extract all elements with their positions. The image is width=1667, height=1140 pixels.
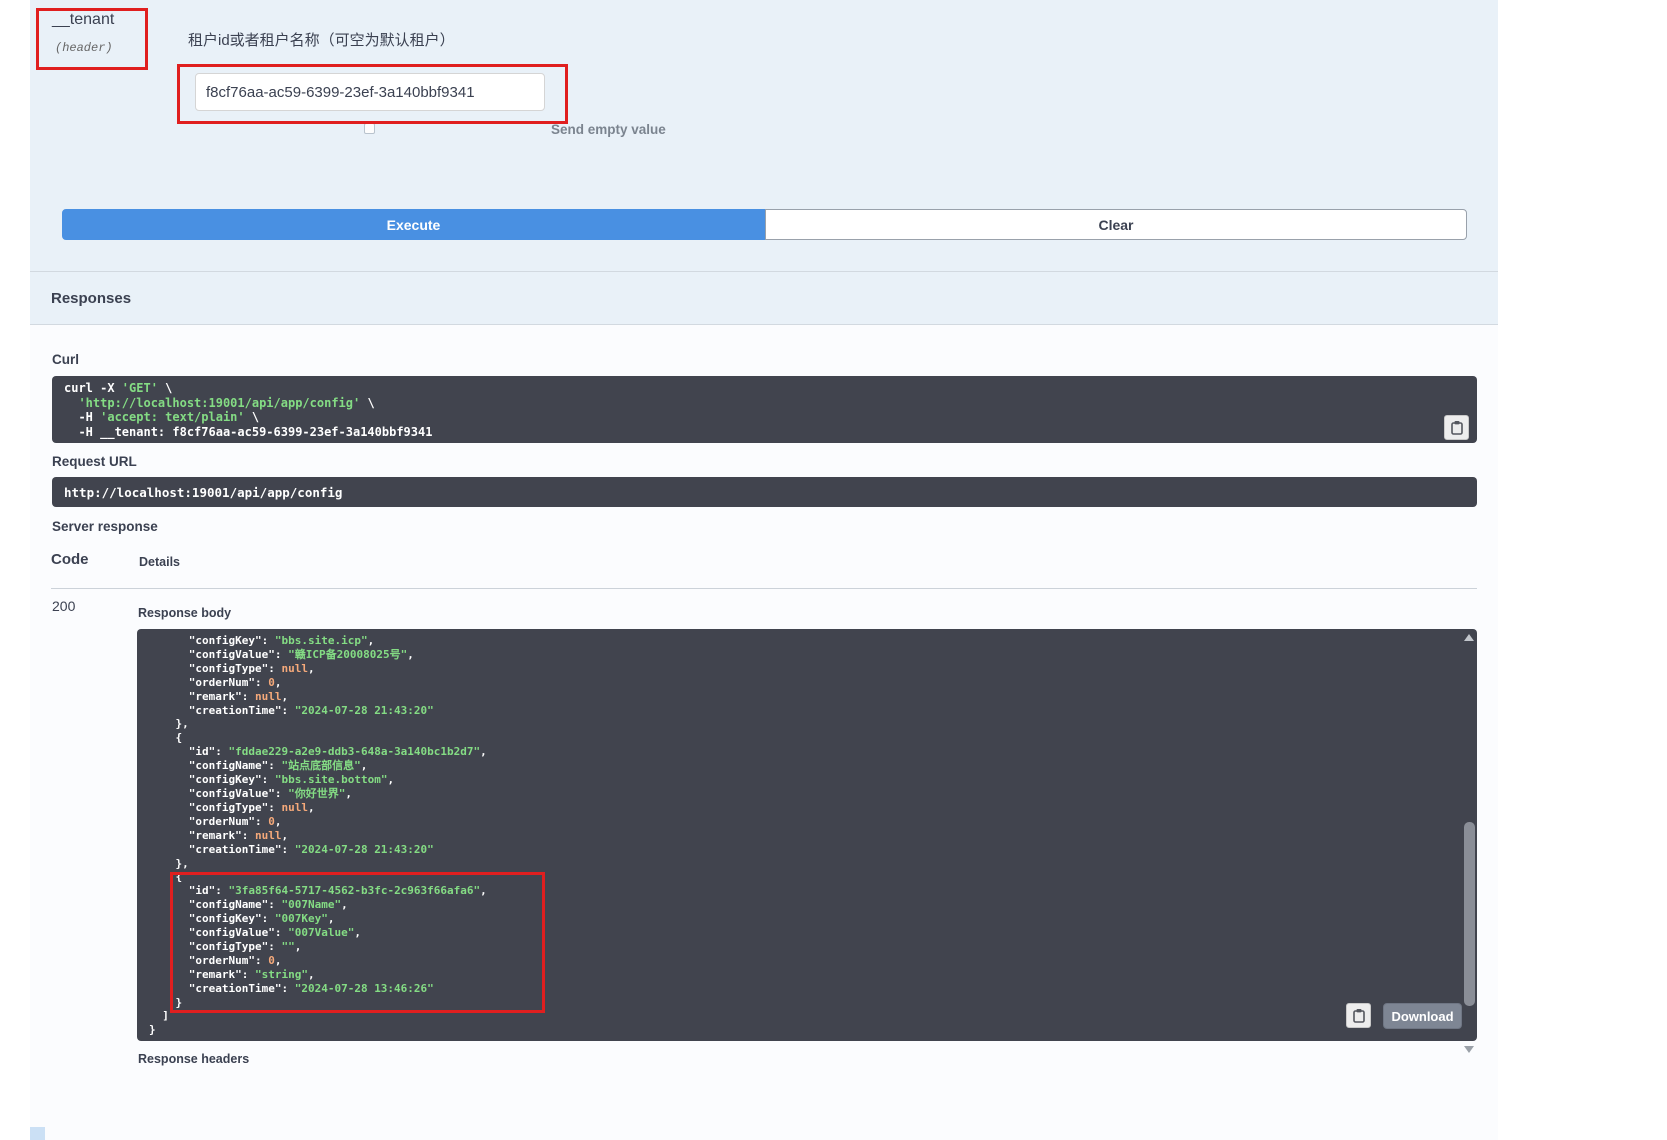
server-response-label: Server response	[52, 519, 158, 534]
responses-header-bar: Responses	[30, 271, 1498, 325]
request-url-text: http://localhost:19001/api/app/config	[64, 485, 342, 500]
clear-button[interactable]: Clear	[765, 209, 1467, 240]
parameter-location: (header)	[55, 41, 113, 55]
tenant-value-input[interactable]	[195, 73, 545, 111]
copy-curl-button[interactable]	[1444, 415, 1469, 440]
request-url-label: Request URL	[52, 454, 137, 469]
send-empty-value-checkbox[interactable]	[364, 123, 375, 134]
request-url-value: http://localhost:19001/api/app/config	[52, 477, 1477, 507]
response-body: "configKey": "bbs.site.icp", "configValu…	[137, 629, 1477, 1041]
details-column-header: Details	[139, 555, 180, 569]
response-body-label: Response body	[138, 606, 231, 620]
scroll-up-arrow[interactable]	[1464, 634, 1474, 641]
response-headers-label: Response headers	[138, 1052, 249, 1066]
code-column-header: Code	[51, 551, 89, 568]
responses-title: Responses	[51, 290, 131, 307]
clipboard-icon	[1450, 420, 1464, 435]
status-code: 200	[52, 598, 75, 614]
next-opblock-edge	[30, 1127, 45, 1140]
table-header-divider	[51, 588, 1477, 589]
curl-command: curl -X 'GET' \ 'http://localhost:19001/…	[52, 376, 1477, 443]
parameter-name: __tenant	[52, 11, 114, 29]
response-body-scrollbar-thumb[interactable]	[1464, 822, 1475, 1006]
swagger-operation-panel: __tenant (header) 租户id或者租户名称（可空为默认租户） Se…	[0, 0, 1667, 1140]
parameter-description: 租户id或者租户名称（可空为默认租户）	[188, 29, 455, 50]
send-empty-value-label: Send empty value	[551, 122, 666, 137]
execute-button[interactable]: Execute	[62, 209, 765, 240]
copy-response-button[interactable]	[1346, 1003, 1371, 1028]
curl-label: Curl	[52, 352, 79, 367]
download-button[interactable]: Download	[1383, 1003, 1462, 1029]
clipboard-icon	[1352, 1008, 1366, 1023]
scroll-down-arrow[interactable]	[1464, 1046, 1474, 1053]
